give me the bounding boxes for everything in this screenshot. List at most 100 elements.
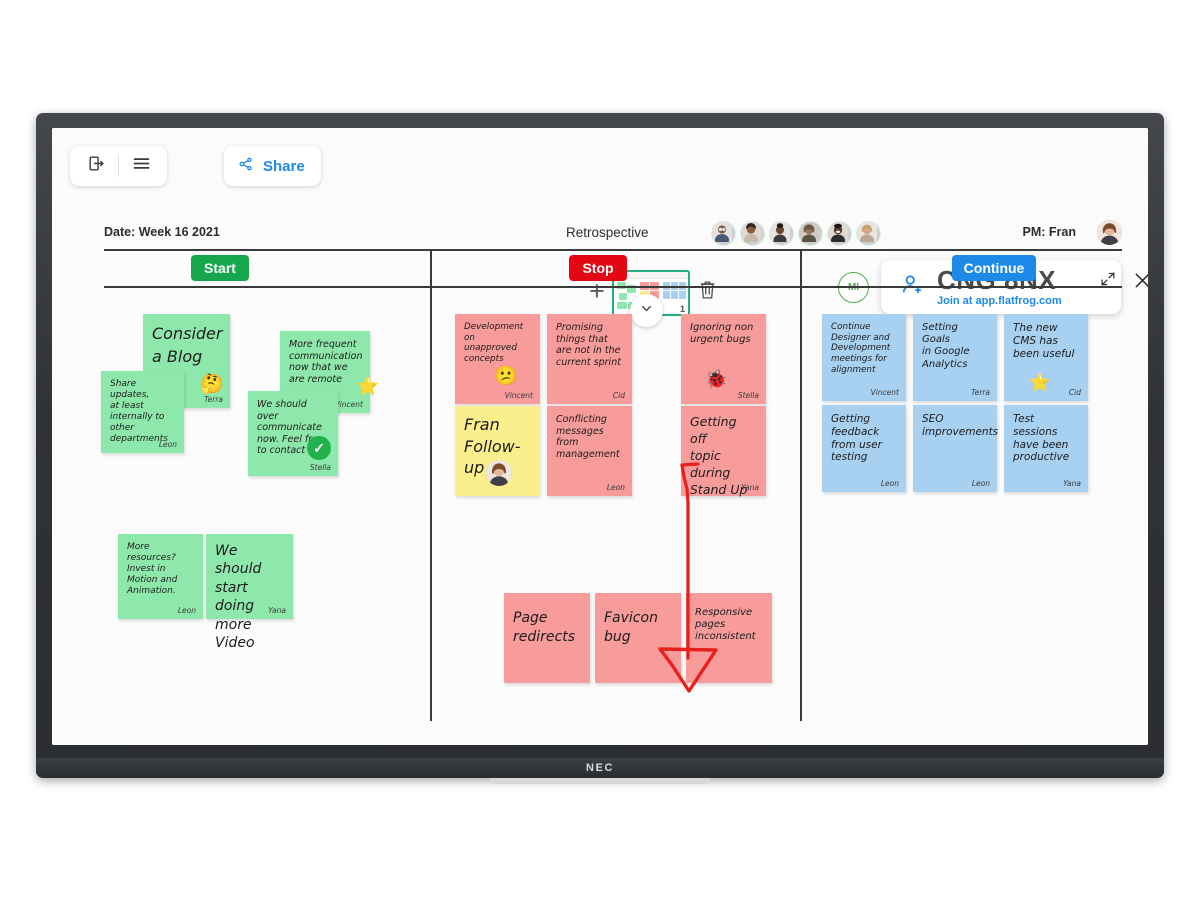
column-divider-2 [800,249,802,721]
note-text: More resources? Invest in Motion and Ani… [127,542,178,596]
note-text: Continue Designer and Development meetin… [831,322,891,375]
column-header-start[interactable]: Start [191,255,249,281]
note-text: Favicon bug [604,610,658,645]
sticky-note[interactable]: Fran Follow-up [455,406,540,496]
project-manager-label: PM: Fran [1022,225,1076,239]
sticky-note[interactable]: Conflicting messages from management Leo… [547,406,632,496]
avatar[interactable] [711,221,736,246]
trash-icon [697,281,718,306]
sticky-note[interactable]: Favicon bug [595,593,681,683]
board-title: Retrospective [566,225,649,240]
note-author: Cid [612,391,625,400]
note-text: Getting feedback from user testing [831,413,882,464]
note-author: Cid [1068,388,1081,397]
note-text: Ignoring non urgent bugs [690,322,754,346]
minimize-button[interactable] [1099,270,1117,293]
note-text: We should start doing more Video [215,543,262,652]
sticky-note[interactable]: We should over communicate now. Feel fre… [248,391,338,476]
sticky-note[interactable]: We should start doing more Video Yana [206,534,293,651]
avatar[interactable] [856,221,881,246]
sticky-note[interactable]: More resources? Invest in Motion and Ani… [118,534,203,619]
sticky-note[interactable]: Promising things that are not in the cur… [547,314,632,404]
left-tool-group [70,146,167,186]
note-author: Vincent [334,400,363,409]
project-manager-avatar[interactable] [1097,220,1122,245]
whiteboard-app: Share + 1 Join at app.flatfrog.com Date:… [52,128,1148,745]
header-rule [104,249,1122,251]
avatar[interactable] [798,221,823,246]
note-text: Page redirects [513,610,575,645]
menu-button[interactable] [119,146,163,186]
note-text: Consider a Blog [152,324,223,367]
avatar[interactable] [769,221,794,246]
note-author: Vincent [870,388,899,397]
note-author: Leon [177,606,196,615]
sticky-note[interactable]: The new CMS has been useful ⭐ Cid [1004,314,1088,401]
note-text: More frequent communication now that we … [289,339,363,385]
display-bezel: Share + 1 Join at app.flatfrog.com Date:… [36,113,1164,778]
sticky-note[interactable]: Development on unapproved concepts 😕 Vin… [455,314,540,404]
close-icon [1132,273,1148,295]
delete-page-button[interactable] [697,278,718,307]
note-author: Yana [741,483,759,492]
note-text: The new CMS has been useful [1013,322,1075,360]
sticky-note[interactable]: Page redirects [504,593,590,683]
note-text: SEO improvements [922,413,999,438]
board-date: Date: Week 16 2021 [104,225,220,239]
note-author: Yana [268,606,286,615]
collapse-arrows-icon [1099,272,1117,292]
sticky-note[interactable]: Share updates, at least internally to ot… [101,371,184,453]
page-expand-button[interactable] [630,294,663,327]
page-number: 1 [679,304,685,314]
participant-avatars [711,221,881,246]
note-author: Stella [737,391,759,400]
column-rule [104,286,1122,288]
note-avatar[interactable] [486,460,512,486]
screen: Share + 1 Join at app.flatfrog.com Date:… [0,0,1200,900]
note-text: Setting Goals in Google Analytics [922,322,970,370]
share-nodes-icon [237,155,255,178]
display-screen: Share + 1 Join at app.flatfrog.com Date:… [52,128,1148,745]
sticky-note[interactable]: Getting feedback from user testing Leon [822,405,906,492]
note-emoji: 😕 [494,366,518,387]
note-author: Yana [1063,479,1081,488]
column-header-continue[interactable]: Continue [952,255,1036,281]
panel-toggle-icon [87,154,106,178]
note-author: Terra [203,395,223,404]
column-header-stop[interactable]: Stop [569,255,627,281]
note-text: Share updates, at least internally to ot… [110,379,168,444]
column-divider-1 [430,249,432,721]
sticky-note[interactable]: Continue Designer and Development meetin… [822,314,906,401]
sticky-note[interactable]: Setting Goals in Google Analytics Terra [913,314,997,401]
check-badge: ✓ [307,436,331,460]
note-emoji: 🤔 [200,374,224,395]
hamburger-menu-icon [131,153,152,179]
note-emoji: ⭐ [1029,373,1051,392]
sticky-note[interactable]: Ignoring non urgent bugs 🐞 Stella [681,314,766,404]
avatar[interactable] [827,221,852,246]
note-text: Responsive pages inconsistent [695,607,756,643]
board-header: Date: Week 16 2021 Retrospective PM: Fra… [104,220,1122,247]
panel-toggle-button[interactable] [74,146,118,186]
add-page-button[interactable]: + [589,278,605,305]
avatar[interactable] [740,221,765,246]
note-text: Conflicting messages from management [556,414,620,460]
note-text: Test sessions have been productive [1013,413,1070,464]
share-button[interactable]: Share [224,146,321,186]
bezel-chin: NEC [36,758,1164,778]
sticky-note[interactable]: Getting off topic during Stand Up Yana [681,406,766,497]
top-toolbar: Share + 1 Join at app.flatfrog.com [52,128,1148,327]
note-author: Stella [309,463,331,472]
monitor-stand [490,778,710,784]
note-text: Promising things that are not in the cur… [556,322,621,368]
note-author: Leon [971,479,990,488]
note-emoji: 🐞 [705,369,728,389]
sticky-note[interactable]: Test sessions have been productive Yana [1004,405,1088,492]
session-join-url: Join at app.flatfrog.com [937,295,1062,308]
note-author: Leon [606,483,625,492]
note-author: Vincent [504,391,533,400]
sticky-note[interactable]: SEO improvements Leon [913,405,999,492]
sticky-note[interactable]: Responsive pages inconsistent [686,593,772,683]
close-button[interactable] [1132,270,1148,296]
note-author: Leon [880,479,899,488]
